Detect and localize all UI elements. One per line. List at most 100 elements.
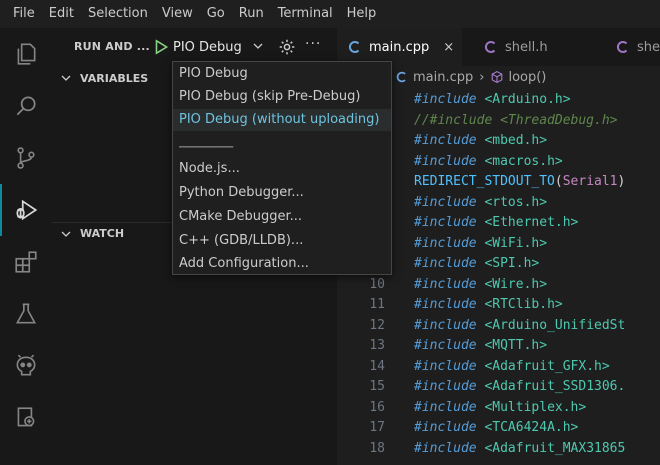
include-keyword: #include [414, 317, 477, 333]
close-icon[interactable]: × [443, 40, 454, 55]
line-number: 15 [369, 379, 385, 394]
remote-explorer-icon[interactable] [0, 392, 52, 444]
code-text: //#include <ThreadDebug.h> [414, 111, 618, 132]
code-text: #include <MQTT.h> [414, 336, 547, 357]
start-debugging-icon[interactable] [152, 38, 170, 56]
source-control-icon[interactable] [0, 132, 52, 184]
code-text: #include <Multiplex.h> [414, 398, 586, 419]
include-keyword: #include [414, 440, 477, 456]
include-keyword: #include [414, 215, 477, 230]
include-keyword: #include [414, 92, 477, 107]
line-number: 11 [369, 297, 385, 312]
variables-label: VARIABLES [80, 71, 149, 85]
chevron-down-icon[interactable] [252, 40, 264, 52]
code-text: REDIRECT_STDOUT_TO(Serial1) [414, 172, 625, 193]
extensions-icon[interactable] [0, 236, 52, 288]
line-number: 14 [369, 358, 385, 374]
dropdown-option-without-uploading[interactable]: PIO Debug (without uploading) [173, 109, 391, 131]
header-file-icon [617, 41, 628, 53]
tab-label: shel [637, 39, 660, 55]
include-keyword: #include [414, 379, 477, 394]
include-path: <mbed.h> [476, 133, 548, 148]
chevron-down-icon [61, 75, 71, 81]
menu-go[interactable]: Go [200, 0, 232, 28]
search-icon[interactable] [0, 80, 52, 132]
dropdown-option-add-configuration[interactable]: Add Configuration... [173, 253, 391, 275]
code-text: #include <TCA6424A.h> [414, 418, 578, 439]
more-actions-button[interactable]: ··· [305, 36, 321, 52]
menu-view[interactable]: View [155, 0, 200, 28]
explorer-icon[interactable] [0, 28, 52, 80]
tab-label: main.cpp [369, 39, 430, 55]
include-path: <Adafruit_MAX31865 [476, 440, 626, 456]
activity-bar [0, 28, 52, 465]
watch-label: WATCH [80, 227, 125, 240]
include-path: <Arduino_UnifiedSt [476, 317, 626, 333]
code-text: #include <Arduino_UnifiedSt [414, 316, 625, 337]
include-path: <Wire.h> [476, 276, 548, 292]
include-keyword: #include [414, 338, 477, 353]
dropdown-option-pio-debug[interactable]: PIO Debug [173, 63, 391, 85]
include-keyword: #include [414, 235, 477, 251]
include-keyword: #include [414, 153, 477, 169]
debug-config-value: PIO Debug [173, 39, 242, 55]
tab-shell-overflow[interactable]: shel [605, 28, 660, 66]
line-number: 12 [369, 317, 385, 333]
include-keyword: #include [414, 133, 477, 148]
breadcrumb-symbol[interactable]: loop() [508, 70, 546, 85]
menu-edit[interactable]: Edit [42, 0, 81, 28]
comment: //#include <ThreadDebug.h> [414, 112, 618, 128]
tab-label: shell.h [505, 39, 548, 55]
include-path: <SPI.h> [476, 256, 540, 271]
paren-open: ( [554, 174, 563, 189]
dropdown-option-nodejs[interactable]: Node.js... [173, 158, 391, 180]
code-text: #include <Adafruit_SSD1306. [414, 377, 625, 398]
menu-terminal[interactable]: Terminal [271, 0, 340, 28]
menu-run[interactable]: Run [232, 0, 271, 28]
include-keyword: #include [414, 256, 477, 271]
include-path: <TCA6424A.h> [476, 420, 579, 435]
include-keyword: #include [414, 297, 477, 312]
line-number: 10 [369, 276, 385, 292]
platformio-icon[interactable] [0, 340, 52, 392]
dropdown-option-cpp-gdb[interactable]: C++ (GDB/LLDB)... [173, 230, 391, 252]
testing-flask-icon[interactable] [0, 288, 52, 340]
cpp-file-icon [349, 41, 360, 53]
include-path: <Ethernet.h> [476, 215, 579, 230]
breadcrumb-file[interactable]: main.cpp [413, 70, 473, 85]
dropdown-option-python[interactable]: Python Debugger... [173, 182, 391, 204]
sidebar-title: RUN AND ... [74, 40, 150, 53]
include-keyword: #include [414, 358, 477, 374]
include-keyword: #include [414, 420, 477, 435]
dropdown-option-skip-predebug[interactable]: PIO Debug (skip Pre-Debug) [173, 86, 391, 108]
dropdown-option-cmake[interactable]: CMake Debugger... [173, 206, 391, 228]
menu-file[interactable]: File [6, 0, 42, 28]
code-text: #include <rtos.h> [414, 193, 547, 214]
menu-selection[interactable]: Selection [81, 0, 155, 28]
include-path: <Multiplex.h> [476, 399, 587, 415]
cpp-file-icon [396, 71, 406, 83]
menu-help[interactable]: Help [340, 0, 384, 28]
tab-shell-h[interactable]: shell.h [473, 28, 573, 66]
menubar: File Edit Selection View Go Run Terminal Help [0, 0, 660, 28]
include-path: <Adafruit_SSD1306. [476, 379, 626, 394]
header-file-icon [485, 41, 496, 53]
code-text: #include <Ethernet.h> [414, 213, 578, 234]
code-text: #include <WiFi.h> [414, 234, 547, 255]
run-and-debug-icon[interactable] [0, 184, 52, 236]
macro-argument: Serial1 [562, 174, 618, 189]
include-keyword: #include [414, 399, 477, 415]
breadcrumb-separator-icon: › [479, 69, 485, 85]
include-path: <rtos.h> [476, 194, 548, 210]
include-path: <RTClib.h> [476, 297, 563, 312]
method-cube-icon [492, 70, 503, 84]
macro-name: REDIRECT_STDOUT_TO [414, 174, 555, 189]
gear-icon[interactable] [278, 38, 296, 56]
line-number: 18 [369, 440, 385, 456]
include-keyword: #include [414, 276, 477, 292]
line-number: 16 [369, 399, 385, 415]
code-text: #include <macros.h> [414, 152, 563, 173]
dropdown-separator: ────────── [179, 146, 269, 150]
include-keyword: #include [414, 194, 477, 210]
include-path: <macros.h> [476, 153, 563, 169]
